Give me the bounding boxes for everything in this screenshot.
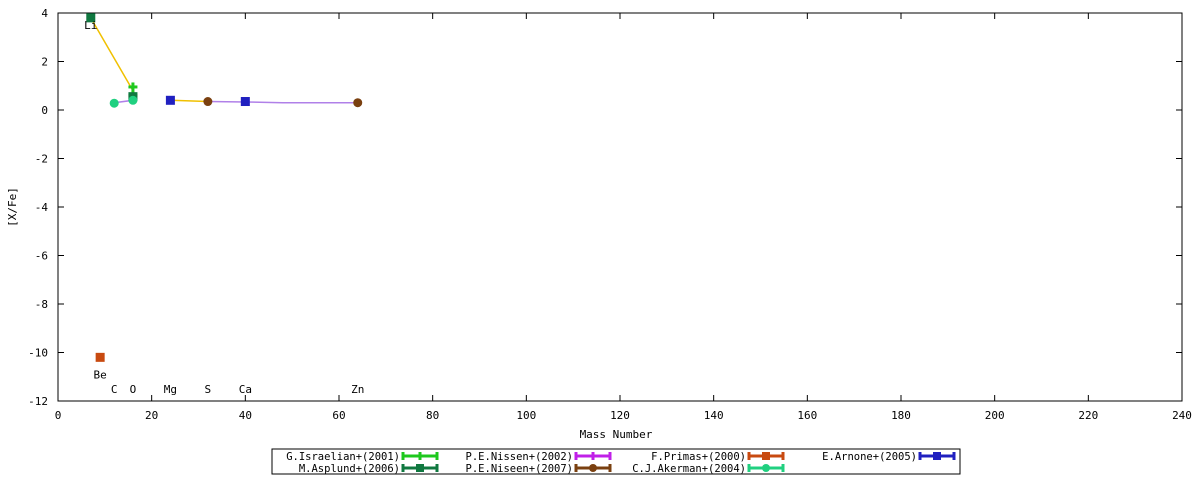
element-label: Ca (239, 383, 252, 396)
data-point (240, 97, 250, 107)
legend: G.Israelian+(2001) P.E.Nissen+(2002) F.Pri… (271, 448, 961, 475)
legend-marker (762, 464, 770, 472)
x-tick-label: 80 (426, 409, 439, 422)
x-tick-label: 220 (1078, 409, 1098, 422)
y-tick-label: -2 (35, 153, 48, 166)
legend-label: M.Asplund+(2006) (299, 463, 400, 475)
legend-label: E.Arnone+(2005) (822, 451, 917, 463)
data-point (128, 95, 138, 105)
data-point (203, 97, 213, 107)
element-label: Zn (351, 383, 364, 396)
series-group (95, 352, 105, 362)
x-tick-label: 140 (704, 409, 724, 422)
x-tick-label: 120 (610, 409, 630, 422)
y-tick-label: -6 (35, 250, 48, 263)
y-tick-label: -8 (35, 298, 48, 311)
chart: 0 20 40 60 80 100 120 140 160 180 200 220 240 420-2-… (6, 7, 1192, 475)
legend-label: F.Primas+(2000) (651, 451, 746, 463)
legend-label: P.E.Niseen+(2007) (466, 463, 573, 475)
element-label: S (205, 383, 212, 396)
x-tick-label: 60 (332, 409, 345, 422)
x-tick-label: 40 (239, 409, 252, 422)
plot-frame (57, 12, 1183, 402)
connector-lines (90, 17, 358, 104)
legend-marker (416, 464, 424, 472)
legend-label: G.Israelian+(2001) (286, 451, 400, 463)
x-axis-label: Mass Number (580, 428, 653, 441)
x-tick-label: 0 (55, 409, 62, 422)
y-tick-label: 0 (41, 104, 48, 117)
legend-marker (933, 452, 941, 460)
element-label: C (111, 383, 118, 396)
data-point (95, 352, 105, 362)
data-point (165, 95, 175, 105)
legend-marker (762, 452, 770, 460)
data-point (353, 98, 363, 108)
element-label: Be (94, 368, 107, 381)
y-tick-label: -4 (35, 201, 49, 214)
plot-border (57, 12, 1183, 402)
y-tick-label: 4 (41, 7, 48, 20)
y-tick-label: 2 (41, 56, 48, 69)
y-axis: 4 2 0 -2 -4 -6 -8 -10 -12 (28, 7, 1182, 408)
element-label: Mg (164, 383, 177, 396)
y-tick-label: -12 (28, 395, 48, 408)
x-axis: 0 20 40 60 80 100 120 140 160 180 200 220 240 (55, 13, 1192, 422)
y-tick-label: -10 (28, 347, 48, 360)
x-tick-label: 200 (985, 409, 1005, 422)
data-point (109, 98, 119, 108)
legend-marker (589, 464, 597, 472)
element-label: Li (84, 19, 97, 32)
connector-line (207, 100, 358, 104)
y-axis-label: [X/Fe] (6, 187, 19, 227)
connector-line (170, 99, 208, 103)
element-label: O (130, 383, 137, 396)
legend-label: P.E.Nissen+(2002) (466, 451, 573, 463)
legend-label: C.J.Akerman+(2004) (632, 463, 746, 475)
x-tick-label: 100 (516, 409, 536, 422)
x-tick-label: 180 (891, 409, 911, 422)
x-tick-label: 240 (1172, 409, 1192, 422)
element-labels: Li Be C O Mg S Ca Zn (84, 19, 364, 396)
x-tick-label: 20 (145, 409, 158, 422)
x-tick-label: 160 (797, 409, 817, 422)
data-series (86, 13, 363, 362)
